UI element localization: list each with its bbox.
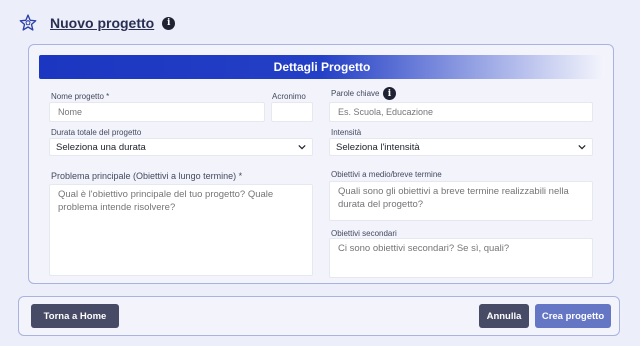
parole-label: Parole chiave: [331, 89, 380, 98]
home-button[interactable]: Torna a Home: [31, 304, 119, 328]
obiettivi-medio-textarea[interactable]: [329, 181, 593, 221]
project-details-card: Dettagli Progetto Nome progetto * Acroni…: [28, 44, 614, 284]
create-project-button[interactable]: Crea progetto: [535, 304, 611, 328]
star-icon: [19, 14, 37, 31]
page-header: Nuovo progetto i: [18, 10, 176, 36]
page-title[interactable]: Nuovo progetto: [50, 15, 154, 31]
info-icon[interactable]: i: [162, 16, 176, 30]
intensita-selected-value: Seleziona l'intensità: [336, 141, 420, 153]
parole-input[interactable]: [329, 102, 593, 122]
durata-select[interactable]: Seleziona una durata: [49, 138, 313, 156]
cancel-button[interactable]: Annulla: [479, 304, 529, 328]
durata-label: Durata totale del progetto: [51, 128, 142, 137]
info-icon[interactable]: i: [383, 87, 396, 100]
obiettivi-secondari-label: Obiettivi secondari: [331, 229, 397, 238]
acronimo-input[interactable]: [271, 102, 313, 122]
footer-bar: Torna a Home Annulla Crea progetto: [18, 296, 620, 336]
intensita-label: Intensità: [331, 128, 362, 137]
problema-label: Problema principale (Obiettivi a lungo t…: [51, 171, 243, 181]
intensita-select[interactable]: Seleziona l'intensità: [329, 138, 593, 156]
obiettivi-medio-label: Obiettivi a medio/breve termine: [331, 170, 442, 179]
nome-label: Nome progetto *: [51, 92, 110, 101]
card-title: Dettagli Progetto: [39, 55, 605, 79]
obiettivi-secondari-textarea[interactable]: [329, 238, 593, 278]
chevron-down-icon: [298, 144, 306, 150]
chevron-down-icon: [578, 144, 586, 150]
problema-textarea[interactable]: [49, 184, 313, 276]
acronimo-label: Acronimo: [272, 92, 306, 101]
durata-selected-value: Seleziona una durata: [56, 141, 146, 153]
nome-input[interactable]: [49, 102, 265, 122]
